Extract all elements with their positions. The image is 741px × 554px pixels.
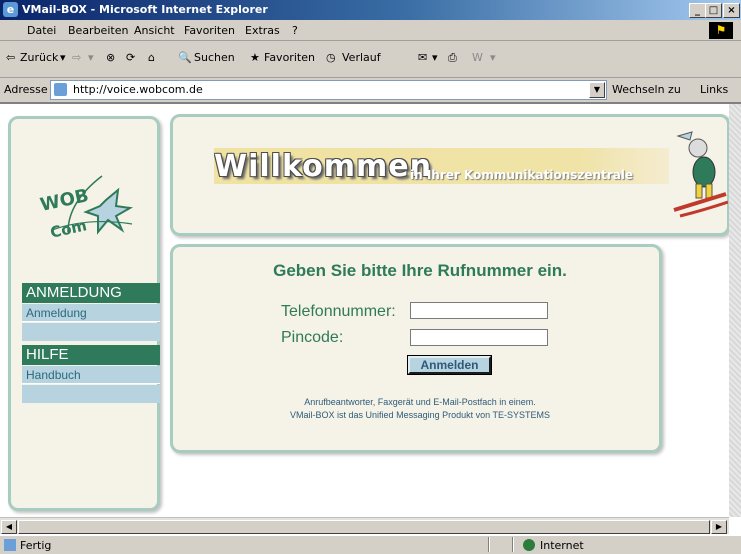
edit-icon[interactable]: W — [472, 51, 483, 64]
page-icon — [54, 83, 67, 96]
home-icon[interactable]: ⌂ — [148, 51, 155, 64]
phone-input[interactable] — [410, 302, 548, 319]
nav-spacer — [22, 385, 160, 403]
menu-favoriten[interactable]: Favoriten — [184, 24, 235, 37]
history-icon[interactable]: ◷ — [326, 51, 336, 64]
address-dropdown-icon[interactable]: ▼ — [589, 82, 605, 98]
refresh-icon[interactable]: ⟳ — [126, 51, 135, 64]
history-button[interactable]: Verlauf — [342, 51, 381, 64]
forward-dropdown-icon[interactable]: ▾ — [88, 51, 94, 64]
nav-heading-help: HILFE — [22, 345, 160, 365]
forward-icon[interactable]: ⇨ — [72, 51, 81, 64]
menu-datei[interactable]: Datei — [27, 24, 56, 37]
footer-line-2: VMail-BOX ist das Unified Messaging Prod… — [290, 410, 550, 420]
ie-icon: e — [3, 2, 18, 17]
nav-item-manual[interactable]: Handbuch — [22, 366, 160, 384]
menu-bar: Datei Bearbeiten Ansicht Favoriten Extra… — [0, 20, 741, 41]
status-text: Fertig — [20, 539, 52, 552]
search-icon[interactable]: 🔍 — [178, 51, 192, 64]
vertical-scrollbar[interactable] — [729, 104, 741, 517]
pin-label: Pincode: — [281, 329, 344, 346]
welcome-heading: Willkommen — [214, 149, 432, 184]
menu-extras[interactable]: Extras — [245, 24, 280, 37]
close-button[interactable]: × — [723, 3, 740, 18]
scroll-thumb[interactable] — [18, 520, 710, 534]
footer-line-1: Anrufbeantworter, Faxgerät und E-Mail-Po… — [304, 397, 536, 407]
status-divider — [488, 537, 490, 552]
mail-icon[interactable]: ✉ — [418, 51, 427, 64]
mail-dropdown-icon[interactable]: ▾ — [432, 51, 438, 64]
window-title-bar[interactable]: e VMail-BOX - Microsoft Internet Explore… — [0, 0, 741, 20]
links-button[interactable]: Links — [700, 83, 728, 96]
back-button[interactable]: Zurück — [20, 51, 58, 64]
back-dropdown-icon[interactable]: ▾ — [60, 51, 66, 64]
edit-dropdown-icon[interactable]: ▾ — [490, 51, 496, 64]
print-icon[interactable]: ⎙ — [448, 51, 457, 65]
status-bar: Fertig Internet — [0, 535, 741, 554]
menu-bearbeiten[interactable]: Bearbeiten — [68, 24, 128, 37]
horizontal-scrollbar[interactable]: ◀ ▶ — [0, 517, 729, 534]
skier-mascot-image — [673, 131, 728, 218]
page-status-icon — [4, 539, 16, 551]
nav-spacer — [22, 323, 160, 341]
windows-logo-icon: ⚑ — [709, 22, 733, 39]
favorites-button[interactable]: Favoriten — [264, 51, 315, 64]
internet-zone-icon — [523, 539, 535, 551]
pin-input[interactable] — [410, 329, 548, 346]
favorites-icon[interactable]: ★ — [250, 51, 260, 64]
window-title: VMail-BOX - Microsoft Internet Explorer — [22, 3, 268, 16]
login-button[interactable]: Anmelden — [407, 355, 492, 375]
scroll-right-icon[interactable]: ▶ — [711, 520, 727, 534]
phone-label: Telefonnummer: — [281, 303, 396, 320]
address-label: Adresse — [4, 83, 48, 96]
maximize-button[interactable]: □ — [705, 3, 722, 18]
address-bar: Adresse http://voice.wobcom.de ▼ Wechsel… — [0, 78, 741, 104]
minimize-button[interactable]: _ — [689, 3, 706, 18]
search-button[interactable]: Suchen — [194, 51, 235, 64]
toolbar: ⇦ Zurück ▾ ⇨ ▾ ⊗ ⟳ ⌂ 🔍 Suchen ★ Favorite… — [0, 41, 741, 78]
nav-item-login[interactable]: Anmeldung — [22, 304, 160, 322]
welcome-subtitle: in Ihrer Kommunikationszentrale — [410, 168, 634, 182]
form-title: Geben Sie bitte Ihre Rufnummer ein. — [273, 261, 567, 280]
nav-heading-login: ANMELDUNG — [22, 283, 160, 303]
menu-help[interactable]: ? — [292, 24, 298, 37]
address-url: http://voice.wobcom.de — [73, 83, 203, 96]
go-button[interactable]: Wechseln zu — [612, 83, 681, 96]
scroll-left-icon[interactable]: ◀ — [1, 520, 17, 534]
stop-icon[interactable]: ⊗ — [106, 51, 115, 64]
menu-ansicht[interactable]: Ansicht — [134, 24, 175, 37]
security-zone: Internet — [540, 539, 584, 552]
status-divider — [512, 537, 514, 552]
back-arrow-icon[interactable]: ⇦ — [6, 51, 15, 64]
address-input[interactable]: http://voice.wobcom.de ▼ — [50, 80, 607, 100]
